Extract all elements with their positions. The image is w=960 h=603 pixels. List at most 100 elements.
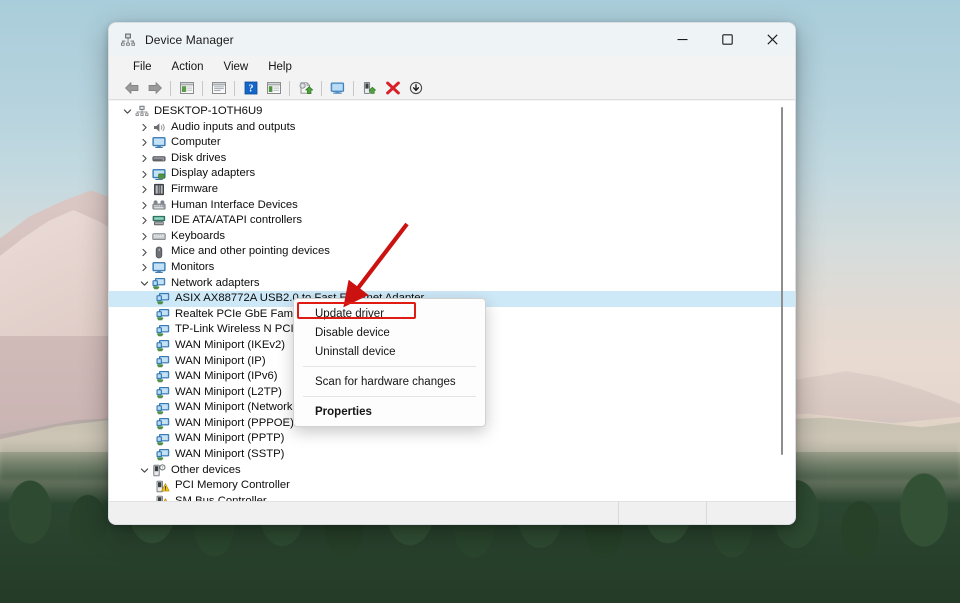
properties-icon[interactable] (207, 78, 230, 99)
keyboard-icon (151, 230, 167, 244)
context-menu-item-scan-for-hardware-changes[interactable]: Scan for hardware changes (294, 372, 485, 391)
tree-item-ide-ata-atapi-controllers[interactable]: IDE ATA/ATAPI controllers (109, 213, 795, 229)
menu-view[interactable]: View (214, 58, 259, 76)
network-adapter-icon (155, 339, 171, 353)
device-manager-icon (120, 32, 136, 48)
tree-item-computer[interactable]: Computer (109, 135, 795, 151)
tree-item-pci-memory-controller[interactable]: PCI Memory Controller (109, 478, 795, 494)
toolbar-separator-2 (202, 81, 203, 96)
tree-item-human-interface-devices[interactable]: Human Interface Devices (109, 198, 795, 214)
tree-item-label: Audio inputs and outputs (171, 120, 295, 136)
chevron-right-icon[interactable] (138, 152, 151, 165)
network-adapter-icon (155, 370, 171, 384)
help-icon[interactable]: ? (239, 78, 262, 99)
status-bar-segment-3 (707, 502, 795, 524)
context-menu-item-properties[interactable]: Properties (294, 402, 485, 421)
tree-item-label: Human Interface Devices (171, 198, 298, 214)
ide-controller-icon (151, 214, 167, 228)
chevron-right-icon[interactable] (138, 261, 151, 274)
toolbar: ? (109, 77, 795, 100)
enable-device-icon[interactable] (358, 78, 381, 99)
tree-item-network-adapters[interactable]: Network adapters (109, 276, 795, 292)
chevron-down-icon[interactable] (138, 277, 151, 290)
maximize-icon (722, 34, 733, 45)
toolbar-separator-5 (321, 81, 322, 96)
show-hide-console-tree-icon[interactable] (175, 78, 198, 99)
svg-text:?: ? (248, 84, 253, 95)
minimize-button[interactable] (660, 23, 705, 56)
tree-item-label: WAN Miniport (L2TP) (175, 385, 282, 401)
tree-item-disk-drives[interactable]: Disk drives (109, 151, 795, 167)
display-adapter-icon (151, 167, 167, 181)
tree-item-wan-miniport-pptp[interactable]: WAN Miniport (PPTP) (109, 431, 795, 447)
monitor-icon (151, 261, 167, 275)
tree-item-label: Firmware (171, 182, 218, 198)
chevron-down-icon[interactable] (121, 105, 134, 118)
tree-vertical-scrollbar[interactable] (779, 107, 785, 455)
uninstall-device-icon[interactable] (381, 78, 404, 99)
chevron-right-icon[interactable] (138, 214, 151, 227)
tree-item-firmware[interactable]: Firmware (109, 182, 795, 198)
tree-item-label: Display adapters (171, 166, 255, 182)
network-adapter-icon (155, 432, 171, 446)
scrollbar-thumb[interactable] (781, 107, 783, 455)
menu-bar: File Action View Help (109, 56, 795, 77)
chevron-right-icon[interactable] (138, 246, 151, 259)
chevron-right-icon[interactable] (138, 136, 151, 149)
tree-item-label: Disk drives (171, 151, 226, 167)
monitor-icon (151, 136, 167, 150)
toolbar-separator-3 (234, 81, 235, 96)
network-adapter-icon (155, 292, 171, 306)
chevron-right-icon[interactable] (138, 230, 151, 243)
mouse-icon (151, 245, 167, 259)
network-adapter-icon (155, 323, 171, 337)
update-driver-icon[interactable] (294, 78, 317, 99)
tree-item-display-adapters[interactable]: Display adapters (109, 166, 795, 182)
export-list-icon[interactable] (262, 78, 285, 99)
menu-file[interactable]: File (123, 58, 162, 76)
status-bar-segment-2 (619, 502, 707, 524)
unknown-device-icon: ? (151, 463, 167, 477)
context-menu-item-uninstall-device[interactable]: Uninstall device (294, 342, 485, 361)
disable-device-icon[interactable] (404, 78, 427, 99)
close-button[interactable] (750, 23, 795, 56)
tree-item-other-devices[interactable]: ? Other devices (109, 463, 795, 479)
context-menu-item-update-driver[interactable]: Update driver (294, 304, 485, 323)
forward-arrow-icon[interactable] (143, 78, 166, 99)
context-menu-item-disable-device[interactable]: Disable device (294, 323, 485, 342)
menu-help[interactable]: Help (258, 58, 302, 76)
network-adapter-icon (155, 417, 171, 431)
chevron-right-icon[interactable] (138, 121, 151, 134)
tree-item-wan-miniport-sstp[interactable]: WAN Miniport (SSTP) (109, 447, 795, 463)
scan-hardware-changes-icon[interactable] (326, 78, 349, 99)
tree-item-label: WAN Miniport (IPv6) (175, 369, 278, 385)
toolbar-separator-1 (170, 81, 171, 96)
status-bar-message (109, 502, 619, 524)
toolbar-separator-6 (353, 81, 354, 96)
minimize-icon (677, 34, 688, 45)
network-adapter-icon (155, 308, 171, 322)
chevron-right-icon[interactable] (138, 183, 151, 196)
svg-text:?: ? (161, 465, 163, 470)
tree-item-label: WAN Miniport (PPPOE) (175, 416, 294, 432)
unknown-device-warning-icon (155, 479, 171, 493)
tree-item-audio-inputs-and-outputs[interactable]: Audio inputs and outputs (109, 120, 795, 136)
chevron-down-icon[interactable] (138, 464, 151, 477)
tree-item-label: Monitors (171, 260, 214, 276)
tree-item-label: Network adapters (171, 276, 260, 292)
tree-root-row[interactable]: DESKTOP-1OTH6U9 (109, 104, 795, 120)
tree-item-keyboards[interactable]: Keyboards (109, 229, 795, 245)
chevron-right-icon[interactable] (138, 168, 151, 181)
maximize-button[interactable] (705, 23, 750, 56)
tree-item-label: SM Bus Controller (175, 494, 267, 501)
tree-item-mice-and-other-pointing-devices[interactable]: Mice and other pointing devices (109, 244, 795, 260)
back-arrow-icon[interactable] (120, 78, 143, 99)
tree-item-label: Keyboards (171, 229, 225, 245)
chevron-right-icon[interactable] (138, 199, 151, 212)
menu-action[interactable]: Action (162, 58, 214, 76)
tree-item-sm-bus-controller[interactable]: SM Bus Controller (109, 494, 795, 501)
network-adapter-icon (155, 354, 171, 368)
tree-item-label: WAN Miniport (IKEv2) (175, 338, 285, 354)
context-menu-separator-1 (303, 366, 476, 367)
tree-item-monitors[interactable]: Monitors (109, 260, 795, 276)
